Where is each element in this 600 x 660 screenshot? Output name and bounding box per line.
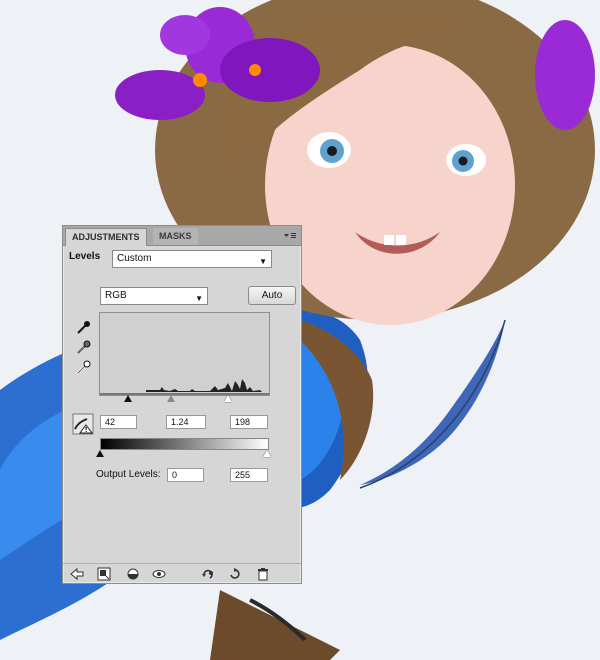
clip-to-layer-icon[interactable] (97, 567, 111, 581)
output-max-field[interactable]: 255 (230, 468, 268, 482)
eyedropper-white-icon[interactable] (75, 358, 93, 376)
channel-value: RGB (105, 290, 127, 301)
input-shadow-field[interactable]: 42 (100, 415, 137, 429)
chevron-down-icon: ▼ (259, 257, 267, 266)
eyedropper-black-icon[interactable] (75, 318, 93, 336)
highlight-slider-handle[interactable] (224, 395, 232, 402)
levels-label: Levels (69, 251, 101, 262)
output-levels-label: Output Levels: (96, 469, 161, 480)
previous-state-icon[interactable] (201, 567, 215, 581)
auto-button[interactable]: Auto (248, 286, 296, 305)
chevron-down-icon: ▼ (195, 294, 203, 303)
preset-select[interactable]: Custom ▼ (112, 250, 272, 268)
layer-visibility-mask-icon[interactable] (126, 567, 140, 581)
output-min-handle[interactable] (96, 450, 104, 457)
tab-adjustments[interactable]: ADJUSTMENTS (65, 228, 147, 246)
clipping-warning-icon[interactable] (72, 413, 94, 435)
trash-icon[interactable] (256, 567, 270, 581)
panel-tab-bar: ADJUSTMENTS MASKS (63, 226, 301, 246)
eyedropper-gray-icon[interactable] (75, 338, 93, 356)
output-max-handle[interactable] (263, 450, 271, 457)
histogram (99, 312, 270, 396)
midtone-slider-handle[interactable] (167, 395, 175, 402)
panel-menu-icon[interactable] (282, 230, 298, 242)
reset-icon[interactable] (228, 567, 242, 581)
back-arrow-icon[interactable] (70, 567, 84, 581)
panel-bottom-toolbar (63, 563, 301, 584)
adjustments-panel: ADJUSTMENTS MASKS Levels Custom ▼ RGB ▼ … (62, 225, 302, 584)
preset-value: Custom (117, 253, 152, 264)
channel-select[interactable]: RGB ▼ (100, 287, 208, 305)
eye-icon[interactable] (152, 567, 166, 581)
input-highlight-field[interactable]: 198 (230, 415, 268, 429)
input-midtone-field[interactable]: 1.24 (166, 415, 206, 429)
output-min-field[interactable]: 0 (167, 468, 204, 482)
output-gradient-bar (100, 438, 269, 450)
tab-masks[interactable]: MASKS (153, 228, 198, 245)
shadow-slider-handle[interactable] (124, 395, 132, 402)
